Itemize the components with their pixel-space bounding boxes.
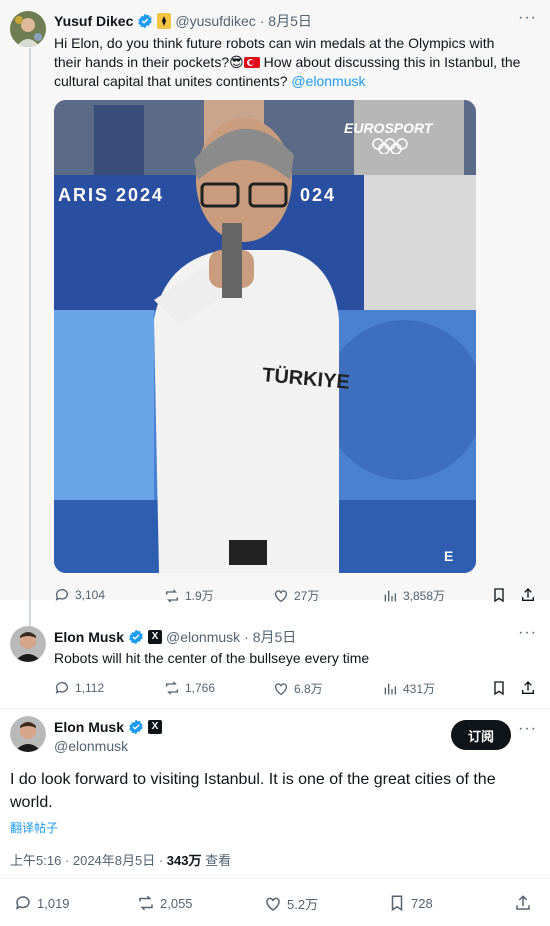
divider: [0, 708, 550, 709]
reply-icon: [55, 589, 68, 601]
tweet1-text: Hi Elon, do you think future robots can …: [54, 34, 524, 91]
share-icon[interactable]: [514, 894, 532, 912]
subscribe-button[interactable]: 订阅: [451, 720, 511, 750]
views-count: 3,858万: [403, 589, 446, 603]
tweet2-text: Robots will hit the center of the bullse…: [54, 650, 370, 666]
reply-count: 1,112: [75, 681, 105, 695]
like-count: 5.2万: [287, 897, 319, 912]
reply-count: 1,019: [37, 895, 70, 911]
share-icon[interactable]: [520, 680, 536, 696]
verified-badge-icon: [129, 629, 143, 645]
repost-icon: [166, 589, 178, 602]
thread-line: [29, 48, 31, 628]
verified-badge-icon: [138, 13, 153, 29]
tweet-image[interactable]: ARIS 2024 024 EUROSPORT TÜRKIYE E: [54, 100, 476, 573]
like-button[interactable]: 27万: [273, 587, 319, 604]
olympic-rings-icon: [372, 138, 408, 154]
bookmark-count: 728: [411, 895, 433, 911]
repost-icon: [139, 895, 153, 911]
paris-banner-right: 024: [300, 185, 337, 205]
share-icon[interactable]: [520, 587, 536, 603]
repost-icon: [166, 681, 178, 695]
verified-badge-icon: [129, 719, 143, 735]
views-count: 431万: [403, 682, 436, 696]
eurosport-logo: EUROSPORT: [344, 120, 433, 136]
reply-button[interactable]: 3,104: [54, 587, 105, 603]
like-button[interactable]: 6.8万: [273, 680, 323, 697]
tweet3-header: Elon Musk X: [54, 719, 163, 735]
heart-icon: [275, 682, 287, 695]
reply-button[interactable]: 1,112: [54, 680, 104, 696]
tweet2-header: Elon Musk X @elonmusk · 8月5日: [54, 627, 296, 647]
author-name[interactable]: Elon Musk: [54, 629, 124, 645]
repost-count: 1.9万: [185, 589, 214, 603]
elon-avatar[interactable]: [10, 626, 46, 662]
bookmark-icon[interactable]: [491, 680, 507, 696]
tweet3-text: I do look forward to visiting Istanbul. …: [10, 771, 496, 811]
more-options-icon[interactable]: ···: [518, 624, 537, 642]
bookmark-icon[interactable]: [491, 587, 507, 603]
x-affiliate-icon: X: [148, 720, 163, 734]
views-label: 查看: [201, 853, 232, 868]
post-meta: 上午5:16 · 2024年8月5日 · 343万 查看: [10, 850, 231, 869]
reply-icon: [55, 682, 68, 694]
like-count: 27万: [294, 589, 320, 603]
post-timestamp[interactable]: 上午5:16 · 2024年8月5日 ·: [10, 853, 167, 868]
heart-icon: [275, 589, 287, 602]
heart-icon: [266, 897, 280, 911]
turkey-flag-icon: [243, 57, 260, 68]
repost-button[interactable]: 2,055: [137, 894, 193, 912]
post-date[interactable]: · 8月5日: [244, 627, 296, 647]
author-name[interactable]: Elon Musk: [54, 719, 124, 735]
reply-icon: [15, 896, 30, 910]
author-name[interactable]: Yusuf Dikec: [54, 13, 133, 29]
eurosport-watermark-icon: E: [444, 548, 454, 564]
post-date[interactable]: · 8月5日: [260, 11, 312, 31]
repost-button[interactable]: 1.9万: [164, 587, 214, 604]
views-icon: [384, 683, 396, 694]
x-affiliate-icon: X: [148, 630, 163, 644]
olympic-torch-icon: [157, 13, 172, 29]
reply-count: 3,104: [75, 588, 106, 602]
divider: [0, 878, 550, 879]
translate-post-link[interactable]: 翻译帖子: [10, 819, 58, 836]
paris-banner-left: ARIS 2024: [58, 185, 165, 205]
author-handle[interactable]: @yusufdikec: [175, 13, 255, 29]
views-icon: [384, 590, 396, 601]
like-count: 6.8万: [294, 682, 323, 696]
sunglasses-emoji: 😎: [229, 54, 244, 70]
bookmark-button[interactable]: 728: [388, 894, 433, 912]
tweet1-header: Yusuf Dikec @yusufdikec · 8月5日: [54, 11, 312, 31]
author-handle[interactable]: @elonmusk: [166, 629, 240, 645]
yusuf-avatar[interactable]: [10, 11, 46, 47]
repost-count: 1,766: [185, 681, 216, 695]
views-count: 343万: [166, 853, 202, 868]
elon-avatar[interactable]: [10, 716, 46, 752]
repost-count: 2,055: [160, 895, 193, 911]
more-options-icon[interactable]: ···: [518, 720, 537, 738]
bookmark-icon: [391, 895, 403, 912]
more-options-icon[interactable]: ···: [518, 9, 537, 27]
repost-button[interactable]: 1,766: [164, 680, 215, 696]
reply-button[interactable]: 1,019: [14, 894, 70, 912]
views-button[interactable]: 3,858万: [382, 587, 445, 604]
author-handle[interactable]: @elonmusk: [54, 738, 128, 754]
like-button[interactable]: 5.2万: [264, 894, 318, 913]
mention-link[interactable]: @elonmusk: [291, 73, 365, 89]
views-button[interactable]: 431万: [382, 680, 435, 697]
